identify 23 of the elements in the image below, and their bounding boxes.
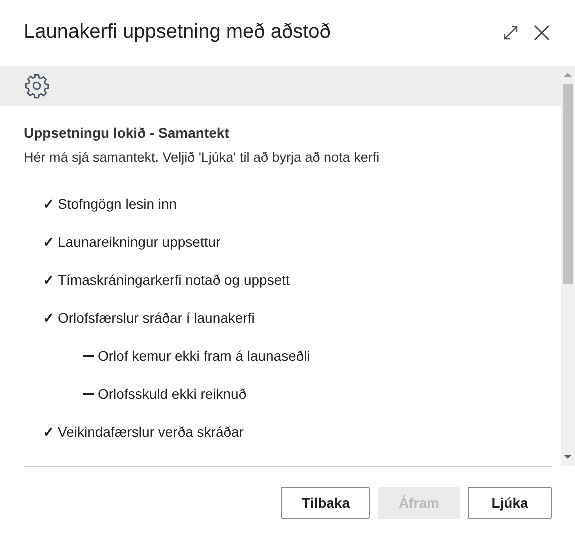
summary-item: Orlofsskuld ekki reiknuð	[98, 386, 247, 402]
dash-icon	[83, 355, 94, 357]
check-mark: ✓	[43, 234, 56, 250]
window-title: Launakerfi uppsetning með aðstoð	[24, 20, 332, 44]
summary-item: Veikindafærslur verða skráðar	[58, 424, 244, 440]
expand-icon[interactable]	[503, 25, 519, 41]
wizard-button[interactable]: Ljúka	[468, 487, 552, 519]
summary-item: Stofngögn lesin inn	[58, 196, 178, 212]
check-mark: ✓	[43, 272, 56, 288]
close-icon[interactable]	[533, 24, 551, 42]
check-mark: ✓	[43, 310, 56, 326]
check-mark: ✓	[43, 424, 56, 440]
summary-item: Orlof kemur ekki fram á launaseðli	[98, 348, 310, 364]
summary-heading: Uppsetningu lokið - Samantekt	[24, 125, 230, 141]
dash-icon	[83, 393, 94, 395]
summary-item: Launareikningur uppsettur	[58, 234, 221, 250]
check-mark: ✓	[43, 196, 56, 212]
wizard-button[interactable]: Tilbaka	[281, 487, 370, 519]
gear-icon	[24, 73, 50, 99]
summary-item: Tímaskráningarkerfi notað og uppsett	[58, 272, 290, 288]
summary-item: Orlofsfærslur sráðar í launakerfi	[58, 310, 255, 326]
scrollbar[interactable]	[561, 66, 575, 466]
summary-description: Hér má sjá samantekt. Veljið 'Ljúka' til að byrja að nota kerfi	[24, 150, 381, 165]
